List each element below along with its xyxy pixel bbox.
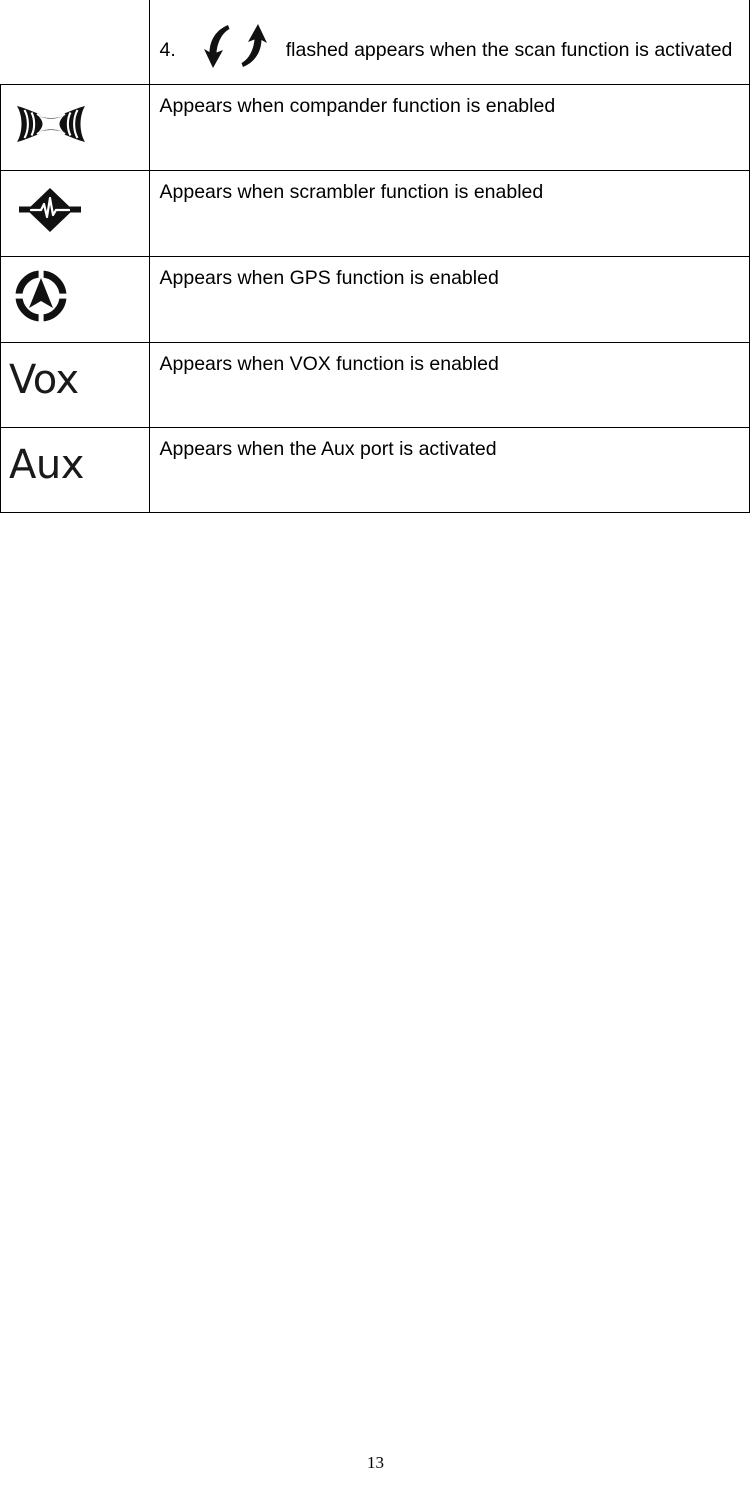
icon-cell-scan bbox=[0, 0, 150, 85]
description-cell-vox: Appears when VOX function is enabled bbox=[148, 342, 750, 428]
gps-icon bbox=[13, 267, 93, 325]
description-cell-scan: 4. flashed appears when the scan functio… bbox=[148, 0, 750, 85]
aux-icon-label: Aux bbox=[9, 442, 84, 488]
table-row: Vox Appears when VOX function is enabled bbox=[0, 342, 750, 428]
page-number: 13 bbox=[367, 1453, 384, 1472]
description-text: Appears when scrambler function is enabl… bbox=[159, 181, 544, 203]
description-text: flashed appears when the scan function i… bbox=[285, 39, 733, 61]
icon-cell-scrambler bbox=[0, 170, 150, 257]
table-row: Appears when scrambler function is enabl… bbox=[0, 170, 750, 257]
document-page: 4. flashed appears when the scan functio… bbox=[0, 0, 751, 1495]
vox-icon-label: Vox bbox=[9, 357, 79, 403]
icon-cell-aux: Aux bbox=[0, 427, 150, 513]
description-cell-gps: Appears when GPS function is enabled bbox=[148, 256, 750, 343]
icon-cell-vox: Vox bbox=[0, 342, 150, 428]
description-cell-compander: Appears when compander function is enabl… bbox=[148, 84, 750, 171]
description-text: Appears when VOX function is enabled bbox=[159, 353, 499, 375]
scrambler-icon bbox=[13, 181, 93, 239]
vox-icon: Vox bbox=[9, 349, 89, 411]
table-row: Appears when GPS function is enabled bbox=[0, 256, 750, 343]
list-number: 4. bbox=[159, 39, 176, 61]
aux-icon: Aux bbox=[9, 434, 89, 496]
icon-legend-table: 4. flashed appears when the scan functio… bbox=[0, 0, 750, 513]
icon-cell-compander bbox=[0, 84, 150, 171]
table-row: Appears when compander function is enabl… bbox=[0, 84, 750, 171]
description-text: Appears when compander function is enabl… bbox=[159, 95, 556, 117]
description-cell-aux: Appears when the Aux port is activated bbox=[148, 427, 750, 513]
scan-arrows-icon bbox=[198, 22, 274, 70]
description-text: Appears when GPS function is enabled bbox=[159, 267, 499, 289]
icon-cell-gps bbox=[0, 256, 150, 343]
compander-icon bbox=[13, 95, 93, 153]
description-cell-scrambler: Appears when scrambler function is enabl… bbox=[148, 170, 750, 257]
table-row: Aux Appears when the Aux port is activat… bbox=[0, 427, 750, 513]
description-text: Appears when the Aux port is activated bbox=[159, 438, 497, 460]
table-row: 4. flashed appears when the scan functio… bbox=[0, 0, 750, 85]
numbered-description-scan: 4. flashed appears when the scan functio… bbox=[159, 24, 746, 74]
